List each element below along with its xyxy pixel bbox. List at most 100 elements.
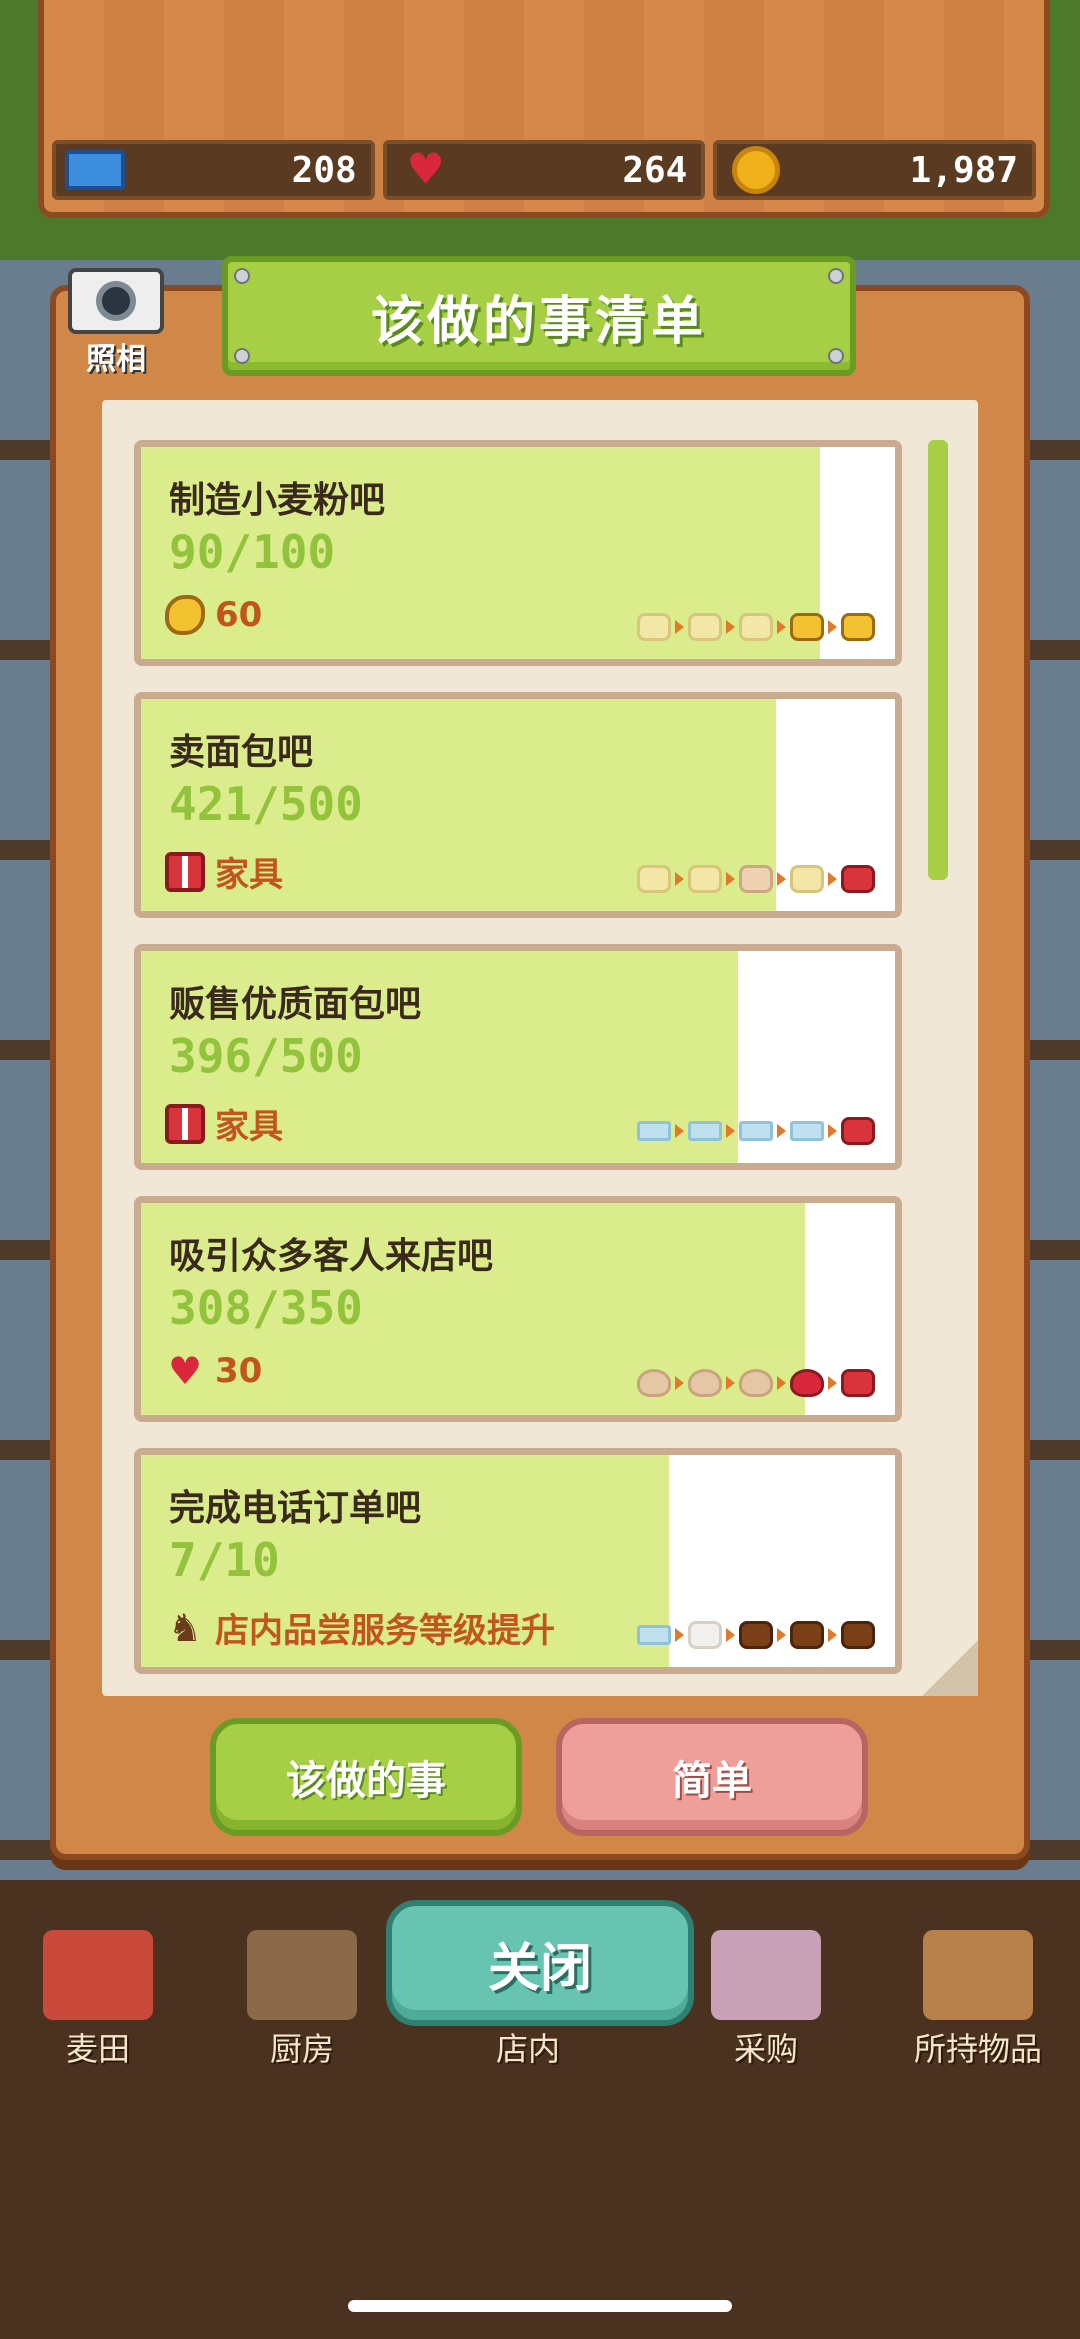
chair-step-icon bbox=[739, 1621, 773, 1649]
bread-step-icon bbox=[841, 613, 875, 641]
coin-count: 1,987 bbox=[909, 149, 1019, 191]
task-title: 制造小麦粉吧 bbox=[169, 480, 386, 521]
step-arrow-icon bbox=[726, 1124, 735, 1138]
gift-step-icon bbox=[841, 865, 875, 893]
inventory-icon bbox=[923, 1930, 1033, 2020]
step-arrow-icon bbox=[828, 620, 837, 634]
task-title: 贩售优质面包吧 bbox=[169, 984, 422, 1025]
scrollbar[interactable] bbox=[928, 440, 948, 880]
camera-button[interactable]: 照相 bbox=[66, 268, 166, 378]
simple-tab-button[interactable]: 简单 bbox=[556, 1718, 868, 1836]
gift-step-icon bbox=[841, 1369, 875, 1397]
task-reward: ♞ 店内品尝服务等级提升 bbox=[165, 1603, 555, 1652]
step-arrow-icon bbox=[777, 1628, 786, 1642]
step-arrow-icon bbox=[726, 872, 735, 886]
heart-pale-step-icon bbox=[688, 1369, 722, 1397]
ticket-icon bbox=[62, 147, 128, 193]
step-arrow-icon bbox=[777, 872, 786, 886]
nav-label: 采购 bbox=[733, 2030, 798, 2068]
chair-step-icon bbox=[841, 1621, 875, 1649]
kitchen-icon bbox=[247, 1930, 357, 2020]
todo-tab-button[interactable]: 该做的事 bbox=[210, 1718, 522, 1836]
heart-pale-step-icon bbox=[637, 1369, 671, 1397]
ticket-pale-step-icon bbox=[739, 1121, 773, 1141]
step-arrow-icon bbox=[726, 1628, 735, 1642]
resource-bar: 208 ♥ 264 1,987 bbox=[52, 140, 1037, 200]
step-arrow-icon bbox=[675, 620, 684, 634]
heart-icon: ♥ bbox=[167, 1349, 203, 1393]
task-card[interactable]: 完成电话订单吧 7/10 ♞ 店内品尝服务等级提升 bbox=[134, 1448, 902, 1674]
task-title: 完成电话订单吧 bbox=[169, 1488, 422, 1529]
task-reward-text: 家具 bbox=[215, 855, 283, 895]
bread-step-icon bbox=[790, 613, 824, 641]
camera-icon bbox=[68, 268, 164, 334]
nav-label: 麦田 bbox=[65, 2030, 130, 2068]
task-step-track bbox=[637, 1369, 875, 1397]
bread-pale-step-icon bbox=[688, 613, 722, 641]
purchase-icon bbox=[711, 1930, 821, 2020]
heart-icon: ♥ bbox=[410, 140, 442, 200]
bread-pale-step-icon bbox=[637, 865, 671, 893]
bread-pale-step-icon bbox=[739, 613, 773, 641]
heart-step-icon bbox=[790, 1369, 824, 1397]
step-arrow-icon bbox=[726, 620, 735, 634]
gift-step-icon bbox=[841, 1117, 875, 1145]
task-reward-text: 30 bbox=[215, 1351, 263, 1391]
task-progress-text: 90/100 bbox=[169, 525, 336, 579]
step-arrow-icon bbox=[726, 1376, 735, 1390]
ticket-count: 208 bbox=[291, 149, 357, 191]
task-progress-text: 308/350 bbox=[169, 1281, 363, 1335]
task-card[interactable]: 吸引众多客人来店吧 308/350 ♥ 30 bbox=[134, 1196, 902, 1422]
step-arrow-icon bbox=[777, 1124, 786, 1138]
step-arrow-icon bbox=[675, 872, 684, 886]
step-arrow-icon bbox=[675, 1376, 684, 1390]
ticket-pale-step-icon bbox=[790, 1121, 824, 1141]
gift-pale-step-icon bbox=[739, 865, 773, 893]
ticket-pale-step-icon bbox=[688, 1121, 722, 1141]
nav-inventory[interactable]: 所持物品 bbox=[888, 1930, 1068, 2080]
nav-wheat-field[interactable]: 麦田 bbox=[8, 1930, 188, 2080]
bread-pale-step-icon bbox=[637, 613, 671, 641]
heart-count: 264 bbox=[622, 149, 688, 191]
task-card[interactable]: 制造小麦粉吧 90/100 60 bbox=[134, 440, 902, 666]
task-progress-text: 421/500 bbox=[169, 777, 363, 831]
step-arrow-icon bbox=[828, 872, 837, 886]
nav-kitchen[interactable]: 厨房 bbox=[212, 1930, 392, 2080]
task-reward: ♥ 30 bbox=[165, 1351, 262, 1391]
task-card[interactable]: 贩售优质面包吧 396/500 家具 bbox=[134, 944, 902, 1170]
step-arrow-icon bbox=[828, 1376, 837, 1390]
task-reward-text: 店内品尝服务等级提升 bbox=[215, 1611, 555, 1651]
nav-purchase[interactable]: 采购 bbox=[676, 1930, 856, 2080]
close-button[interactable]: 关闭 bbox=[386, 1900, 694, 2026]
task-step-track bbox=[637, 1621, 875, 1649]
coin-counter: 1,987 bbox=[713, 140, 1037, 200]
step-arrow-icon bbox=[675, 1628, 684, 1642]
heart-pale-step-icon bbox=[739, 1369, 773, 1397]
wheat-field-icon bbox=[43, 1930, 153, 2020]
task-reward: 60 bbox=[165, 595, 262, 635]
ticket-counter: 208 bbox=[52, 140, 375, 200]
gift-icon bbox=[165, 851, 205, 892]
task-title: 吸引众多客人来店吧 bbox=[169, 1236, 494, 1277]
task-reward-text: 家具 bbox=[215, 1107, 283, 1147]
task-progress-text: 396/500 bbox=[169, 1029, 363, 1083]
bread-icon bbox=[165, 595, 205, 635]
nav-label: 店内 bbox=[495, 2030, 560, 2068]
bread-pale-step-icon bbox=[790, 865, 824, 893]
step-arrow-icon bbox=[777, 1376, 786, 1390]
task-step-track bbox=[637, 613, 875, 641]
chair-pale-step-icon bbox=[688, 1621, 722, 1649]
ticket-pale-step-icon bbox=[637, 1121, 671, 1141]
camera-label: 照相 bbox=[86, 342, 146, 377]
task-card[interactable]: 卖面包吧 421/500 家具 bbox=[134, 692, 902, 918]
paper-fold bbox=[922, 1640, 978, 1696]
chair-step-icon bbox=[790, 1621, 824, 1649]
task-step-track bbox=[637, 865, 875, 893]
home-indicator bbox=[348, 2300, 732, 2312]
coin-icon bbox=[723, 146, 789, 194]
step-arrow-icon bbox=[828, 1628, 837, 1642]
nav-label: 所持物品 bbox=[913, 2030, 1042, 2068]
step-arrow-icon bbox=[675, 1124, 684, 1138]
page-title: 该做的事清单 bbox=[370, 291, 707, 352]
task-progress-text: 7/10 bbox=[169, 1533, 280, 1587]
